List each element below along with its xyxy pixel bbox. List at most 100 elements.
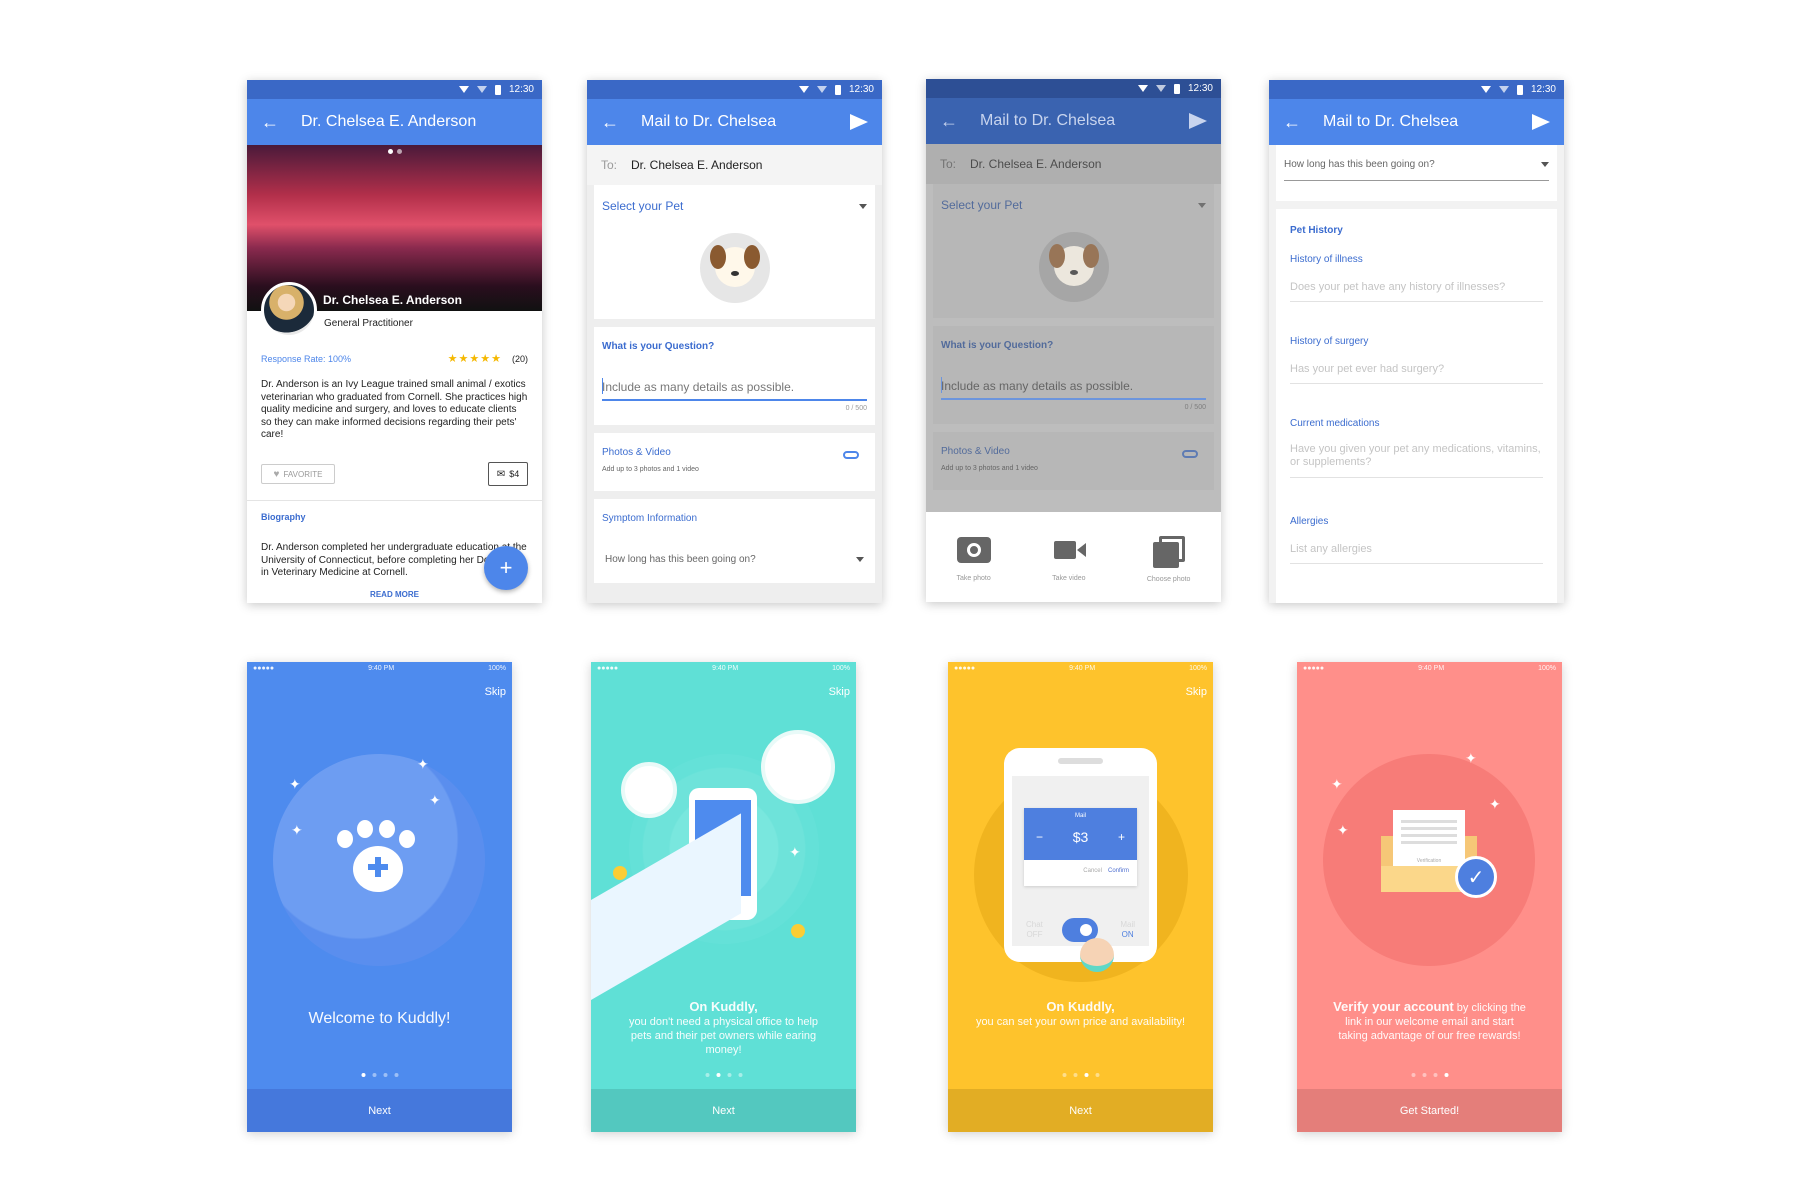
biography-heading: Biography xyxy=(261,512,306,522)
action-label: Choose photo xyxy=(1146,575,1191,583)
get-started-button[interactable]: Get Started! xyxy=(1297,1089,1562,1132)
onboarding-caption: Verify your account by clicking the link… xyxy=(1297,1000,1562,1043)
caption-body: you don't need a physical office to help… xyxy=(628,1016,819,1056)
send-icon[interactable] xyxy=(1532,114,1550,130)
skip-button[interactable]: Skip xyxy=(1186,686,1207,698)
sparkle-icon: ✦ xyxy=(417,756,429,772)
send-icon[interactable] xyxy=(1189,113,1207,129)
pet-select[interactable]: Select your Pet xyxy=(602,199,867,213)
add-fab-button[interactable]: + xyxy=(484,546,528,590)
dog-avatar-icon[interactable] xyxy=(1038,232,1109,302)
signal-icon xyxy=(816,86,827,93)
cancel-button[interactable]: Cancel xyxy=(1083,868,1102,874)
mail-price-card: Mail − $3 + Cancel Confirm xyxy=(1024,808,1137,886)
question-input[interactable]: Include as many details as possible. xyxy=(602,374,867,401)
dog-avatar-icon[interactable] xyxy=(699,233,770,303)
photos-card: Photos & Video Add up to 3 photos and 1 … xyxy=(594,433,875,491)
battery-icon xyxy=(494,84,501,95)
next-button[interactable]: Next xyxy=(591,1089,856,1132)
wifi-icon xyxy=(1137,85,1148,92)
read-more-link[interactable]: READ MORE xyxy=(247,590,542,599)
increase-button[interactable]: + xyxy=(1118,830,1125,844)
duration-select[interactable]: How long has this been going on? xyxy=(602,554,867,565)
history-field-allergies: Allergies List any allergies xyxy=(1290,516,1543,564)
action-label: Take video xyxy=(1052,574,1086,582)
dropdown-arrow-icon xyxy=(1198,202,1206,208)
back-arrow-icon[interactable]: ← xyxy=(601,112,619,133)
symptom-label: Symptom Information xyxy=(602,513,698,524)
attach-icon[interactable] xyxy=(1182,450,1198,458)
char-counter: 0 / 500 xyxy=(845,405,867,412)
back-arrow-icon[interactable]: ← xyxy=(1283,112,1301,133)
action-label: Take photo xyxy=(956,574,991,582)
next-button[interactable]: Next xyxy=(247,1089,512,1132)
carousel-dots[interactable] xyxy=(387,149,402,154)
rating-stars: ★★★★★ xyxy=(447,353,502,365)
sparkle-icon: ✦ xyxy=(429,792,441,808)
back-arrow-icon[interactable]: ← xyxy=(261,112,279,133)
ios-status-bar: ●●●●● 9:40 PM 100% xyxy=(948,662,1213,674)
caption-heading: Verify your account xyxy=(1333,999,1454,1014)
owner-avatar xyxy=(621,762,677,818)
surgery-input[interactable]: Has your pet ever had surgery? xyxy=(1290,363,1543,384)
illness-input[interactable]: Does your pet have any history of illnes… xyxy=(1290,281,1543,302)
battery-level: 100% xyxy=(832,664,850,672)
signal-icon xyxy=(1155,85,1166,92)
pet-select[interactable]: Select your Pet xyxy=(941,198,1206,212)
onboarding-welcome: ●●●●● 9:40 PM 100% Skip ✦ ✦ ✦ ✦ Welcome … xyxy=(247,662,512,1132)
back-arrow-icon[interactable]: ← xyxy=(940,111,958,132)
status-bar: 12:30 xyxy=(926,79,1221,98)
gallery-icon xyxy=(1152,535,1185,568)
next-button[interactable]: Next xyxy=(948,1089,1213,1132)
sparkle-icon: ✦ xyxy=(1465,750,1477,766)
heart-icon: ♥ xyxy=(273,468,280,480)
skip-button[interactable]: Skip xyxy=(829,686,850,698)
question-input[interactable]: Include as many details as possible. xyxy=(941,373,1206,400)
mail-card-title: Mail xyxy=(1074,813,1086,819)
review-count[interactable]: (20) xyxy=(512,354,528,364)
allergies-input[interactable]: List any allergies xyxy=(1290,543,1543,564)
app-bar: ← Mail to Dr. Chelsea xyxy=(926,98,1221,144)
vet-avatar xyxy=(761,730,835,804)
pet-card: Select your Pet xyxy=(594,185,875,319)
photos-hint: Add up to 3 photos and 1 video xyxy=(941,465,1038,472)
status-time: 12:30 xyxy=(1530,84,1556,95)
doctor-role: General Practitioner xyxy=(324,318,413,329)
onboarding-office: ●●●●● 9:40 PM 100% Skip ✚ ✦ On Kuddly, y… xyxy=(591,662,856,1132)
confirm-button[interactable]: Confirm xyxy=(1108,868,1129,874)
avatar[interactable] xyxy=(261,282,317,338)
to-value: Dr. Chelsea E. Anderson xyxy=(970,157,1102,171)
field-label: History of illness xyxy=(1290,254,1363,265)
send-icon[interactable] xyxy=(850,114,868,130)
ios-time: 9:40 PM xyxy=(1418,664,1445,672)
sparkle-icon: ✦ xyxy=(1489,796,1501,812)
sparkle-icon: ✦ xyxy=(789,844,801,860)
plus-icon: + xyxy=(499,555,513,580)
take-video-button[interactable]: Take video xyxy=(1052,537,1086,582)
carrier-dots: ●●●●● xyxy=(597,664,619,672)
choose-photo-button[interactable]: Choose photo xyxy=(1146,535,1191,583)
onboarding-verify: ●●●●● 9:40 PM 100% Verification ✓ ✦ ✦ ✦ … xyxy=(1297,662,1562,1132)
status-time: 12:30 xyxy=(1187,83,1213,94)
mail-on-label: ON xyxy=(1121,930,1134,939)
coin-icon xyxy=(613,866,627,880)
attach-icon[interactable] xyxy=(843,451,859,459)
mail-price-button[interactable]: ✉ $4 xyxy=(488,462,528,486)
video-camera-icon xyxy=(1052,537,1086,563)
take-photo-button[interactable]: Take photo xyxy=(956,536,991,582)
doctor-name: Dr. Chelsea E. Anderson xyxy=(323,293,462,307)
history-heading: Pet History xyxy=(1290,225,1343,236)
onboarding-caption: On Kuddly, you don't need a physical off… xyxy=(591,1000,856,1057)
attach-sheet: Take photo Take video Choose photo xyxy=(926,512,1221,602)
check-badge-icon: ✓ xyxy=(1455,856,1497,898)
battery-level: 100% xyxy=(488,664,506,672)
question-card: What is your Question? Include as many d… xyxy=(933,326,1214,424)
caption-body: you can set your own price and availabil… xyxy=(975,1016,1186,1028)
page-title: Mail to Dr. Chelsea xyxy=(980,112,1116,129)
battery-icon xyxy=(1173,83,1180,94)
history-card: Pet History History of illness Does your… xyxy=(1276,209,1557,603)
skip-button[interactable]: Skip xyxy=(485,686,506,698)
duration-select[interactable]: How long has this been going on? xyxy=(1284,159,1549,181)
favorite-button[interactable]: ♥ FAVORITE xyxy=(261,464,335,484)
medications-input[interactable]: Have you given your pet any medications,… xyxy=(1290,443,1543,478)
